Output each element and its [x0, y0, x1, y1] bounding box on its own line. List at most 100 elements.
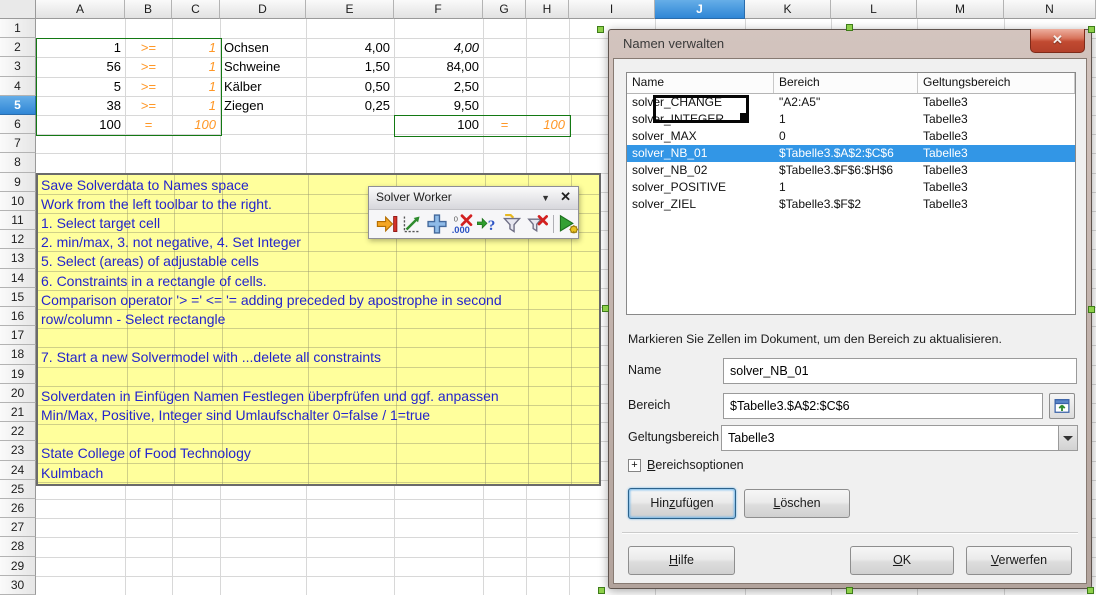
row-header-19[interactable]: 19	[0, 365, 36, 384]
list-row-solver_MAX[interactable]: solver_MAX0Tabelle3	[627, 128, 1075, 145]
row-header-18[interactable]: 18	[0, 345, 36, 364]
cell-B2[interactable]: >=	[125, 38, 172, 57]
row-header-1[interactable]: 1	[0, 19, 36, 38]
bereich-input[interactable]: $Tabelle3.$A$2:$C$6	[723, 393, 1043, 419]
row-header-6[interactable]: 6	[0, 115, 36, 134]
cell-C3[interactable]: 1	[172, 57, 220, 76]
column-header-L[interactable]: L	[831, 0, 917, 19]
row-header-11[interactable]: 11	[0, 211, 36, 230]
verwerfen-button[interactable]: Verwerfen	[966, 546, 1072, 575]
cell-A5[interactable]: 38	[36, 96, 125, 115]
cell-D2[interactable]: Ochsen	[220, 38, 306, 57]
shrink-range-button[interactable]	[1049, 393, 1075, 419]
cell-F5[interactable]: 9,50	[394, 96, 483, 115]
cell-E2[interactable]: 4,00	[306, 38, 394, 57]
list-row-solver_NB_01[interactable]: solver_NB_01$Tabelle3.$A$2:$C$6Tabelle3	[627, 145, 1075, 162]
row-header-12[interactable]: 12	[0, 230, 36, 249]
cell-H6[interactable]: 100	[526, 115, 569, 134]
geltungsbereich-select[interactable]: Tabelle3	[721, 425, 1078, 451]
hilfe-button[interactable]: Hilfe	[628, 546, 735, 575]
cell-B3[interactable]: >=	[125, 57, 172, 76]
hinzufuegen-button[interactable]: Hinzufügen	[628, 488, 736, 519]
dropdown-button[interactable]	[1058, 426, 1077, 450]
cell-E5[interactable]: 0,25	[306, 96, 394, 115]
cell-A4[interactable]: 5	[36, 77, 125, 96]
row-header-28[interactable]: 28	[0, 537, 36, 556]
row-header-4[interactable]: 4	[0, 77, 36, 96]
row-header-25[interactable]: 25	[0, 480, 36, 499]
toolbar-titlebar[interactable]: Solver Worker ▼ ✕	[369, 187, 578, 210]
selection-handle[interactable]	[846, 587, 853, 594]
min-max-icon[interactable]	[401, 213, 423, 235]
row-header-16[interactable]: 16	[0, 307, 36, 326]
row-header-23[interactable]: 23	[0, 441, 36, 460]
row-header-10[interactable]: 10	[0, 192, 36, 211]
ok-button[interactable]: OK	[850, 546, 954, 575]
filter-icon[interactable]	[501, 213, 523, 235]
column-header-D[interactable]: D	[220, 0, 306, 19]
column-header-E[interactable]: E	[306, 0, 394, 19]
cell-C6[interactable]: 100	[172, 115, 220, 134]
row-header-27[interactable]: 27	[0, 518, 36, 537]
cell-A2[interactable]: 1	[36, 38, 125, 57]
row-header-9[interactable]: 9	[0, 173, 36, 192]
column-header-J[interactable]: J	[655, 0, 745, 19]
selection-handle[interactable]	[602, 305, 609, 312]
cell-F3[interactable]: 84,00	[394, 57, 483, 76]
list-row-solver_NB_02[interactable]: solver_NB_02$Tabelle3.$F$6:$H$6Tabelle3	[627, 162, 1075, 179]
column-header-A[interactable]: A	[36, 0, 125, 19]
integer-format-icon[interactable]: 0.000	[451, 213, 473, 235]
row-header-20[interactable]: 20	[0, 384, 36, 403]
selection-handle[interactable]	[598, 587, 605, 594]
row-header-3[interactable]: 3	[0, 57, 36, 76]
name-input[interactable]: solver_NB_01	[723, 358, 1077, 384]
cell-B6[interactable]: =	[125, 115, 172, 134]
cell-C5[interactable]: 1	[172, 96, 220, 115]
cell-E4[interactable]: 0,50	[306, 77, 394, 96]
toolbar-menu-arrow-icon[interactable]: ▼	[541, 193, 550, 203]
selection-handle[interactable]	[1087, 587, 1094, 594]
list-header-name[interactable]: Name	[627, 73, 774, 93]
row-header-30[interactable]: 30	[0, 576, 36, 595]
row-header-17[interactable]: 17	[0, 326, 36, 345]
row-header-2[interactable]: 2	[0, 38, 36, 57]
list-row-solver_ZIEL[interactable]: solver_ZIEL$Tabelle3.$F$2Tabelle3	[627, 196, 1075, 213]
loeschen-button[interactable]: Löschen	[744, 489, 850, 518]
column-header-K[interactable]: K	[745, 0, 831, 19]
selection-handle[interactable]	[846, 24, 853, 31]
row-header-26[interactable]: 26	[0, 499, 36, 518]
cell-B4[interactable]: >=	[125, 77, 172, 96]
row-header-5[interactable]: 5	[0, 96, 36, 115]
dialog-close-button[interactable]: ✕	[1030, 29, 1085, 53]
column-header-N[interactable]: N	[1004, 0, 1096, 19]
row-header-24[interactable]: 24	[0, 461, 36, 480]
goto-target-icon[interactable]	[376, 213, 398, 235]
cell-F2[interactable]: 4,00	[394, 38, 483, 57]
cell-D5[interactable]: Ziegen	[220, 96, 306, 115]
row-header-8[interactable]: 8	[0, 153, 36, 172]
cell-G6[interactable]: =	[483, 115, 526, 134]
delete-filter-icon[interactable]	[526, 213, 548, 235]
cell-C4[interactable]: 1	[172, 77, 220, 96]
row-header-7[interactable]: 7	[0, 134, 36, 153]
column-header-F[interactable]: F	[394, 0, 483, 19]
row-header-21[interactable]: 21	[0, 403, 36, 422]
row-header-22[interactable]: 22	[0, 422, 36, 441]
list-header-geltungsbereich[interactable]: Geltungsbereich	[918, 73, 1075, 93]
column-header-I[interactable]: I	[569, 0, 655, 19]
cell-F6[interactable]: 100	[394, 115, 483, 134]
run-solver-icon[interactable]	[557, 213, 579, 235]
row-header-15[interactable]: 15	[0, 288, 36, 307]
cell-C2[interactable]: 1	[172, 38, 220, 57]
column-header-M[interactable]: M	[917, 0, 1004, 19]
cell-E3[interactable]: 1,50	[306, 57, 394, 76]
row-header-13[interactable]: 13	[0, 249, 36, 268]
cell-D3[interactable]: Schweine	[220, 57, 306, 76]
column-header-H[interactable]: H	[526, 0, 569, 19]
selection-handle[interactable]	[597, 26, 604, 33]
list-header-bereich[interactable]: Bereich	[774, 73, 918, 93]
column-header-B[interactable]: B	[125, 0, 172, 19]
row-header-14[interactable]: 14	[0, 269, 36, 288]
cell-F4[interactable]: 2,50	[394, 77, 483, 96]
toolbar-close-icon[interactable]: ✕	[560, 189, 571, 205]
